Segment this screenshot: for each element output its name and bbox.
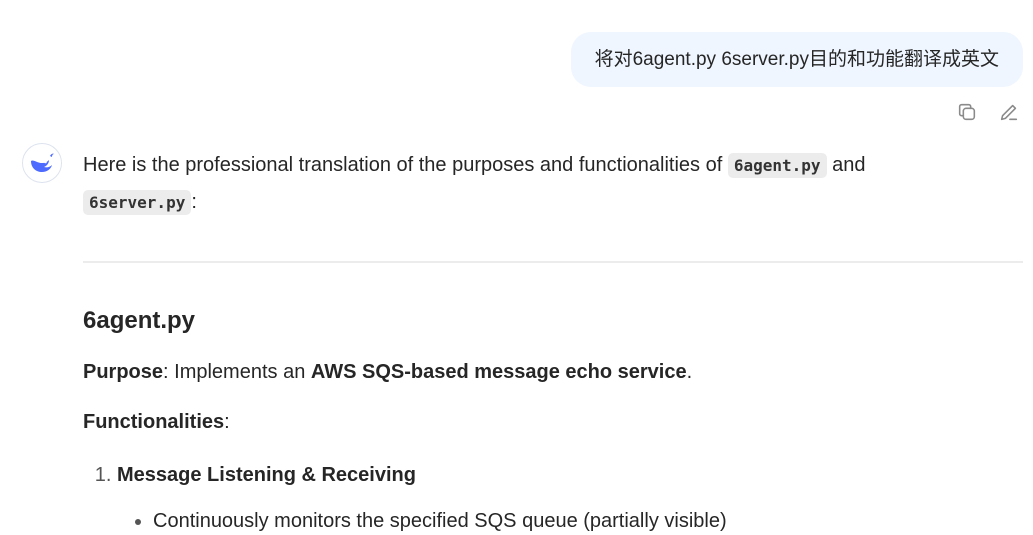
functionalities-line: Functionalities: — [83, 408, 1023, 436]
intro-and: and — [832, 154, 866, 176]
intro-paragraph: Here is the professional translation of … — [83, 147, 1023, 221]
sub-list: Continuously monitors the specified SQS … — [117, 507, 1023, 535]
inline-code-agent: 6agent.py — [727, 153, 827, 178]
copy-icon — [958, 103, 976, 121]
item-title: Message Listening & Receiving — [117, 464, 416, 486]
user-message-bubble: 将对6agent.py 6server.py目的和功能翻译成英文 — [570, 32, 1023, 87]
intro-colon: : — [191, 191, 197, 213]
section-divider — [83, 261, 1023, 263]
edit-icon — [1000, 104, 1018, 121]
sub-list-item: Continuously monitors the specified SQS … — [153, 507, 1023, 535]
functionalities-list: Message Listening & Receiving Continuous… — [83, 461, 1023, 535]
intro-text: Here is the professional translation of … — [83, 154, 723, 176]
purpose-line: Purpose: Implements an AWS SQS-based mes… — [83, 358, 1023, 386]
section-title: 6agent.py — [83, 307, 196, 334]
functionalities-colon: : — [224, 411, 230, 433]
copy-button[interactable] — [955, 100, 979, 124]
assistant-answer: Here is the professional translation of … — [83, 147, 1023, 535]
purpose-label: Purpose — [83, 361, 164, 383]
inline-code-server: 6server.py — [83, 190, 192, 215]
message-actions — [955, 100, 1021, 124]
user-message-text: 将对6agent.py 6server.py目的和功能翻译成英文 — [594, 49, 999, 70]
purpose-end: . — [686, 361, 693, 383]
whale-logo-icon — [31, 153, 54, 172]
list-item: Message Listening & Receiving Continuous… — [117, 461, 1023, 535]
purpose-mid: : Implements an — [163, 361, 311, 383]
functionalities-label: Functionalities — [83, 411, 225, 433]
purpose-bold: AWS SQS-based message echo service — [310, 361, 687, 383]
edit-button[interactable] — [997, 100, 1021, 124]
assistant-avatar — [22, 143, 62, 183]
